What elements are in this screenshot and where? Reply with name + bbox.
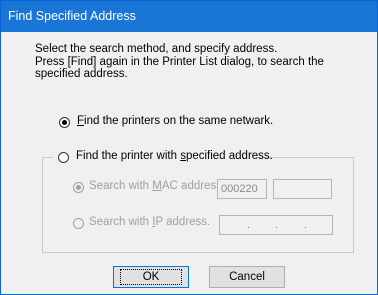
specified-address-groupbox bbox=[42, 157, 354, 253]
ip-label-pre: Search with bbox=[89, 216, 153, 228]
ip-dot-3: . bbox=[304, 219, 308, 231]
ip-label-post: P address. bbox=[155, 216, 211, 228]
title-bar[interactable]: Find Specified Address bbox=[1, 1, 377, 32]
mac-address-radio[interactable] bbox=[73, 182, 84, 193]
ip-address-label[interactable]: Search with IP address. bbox=[89, 216, 210, 228]
specified-address-label[interactable]: Find the printer with specified address. bbox=[76, 150, 273, 162]
mac-label-pre: Search with bbox=[89, 180, 153, 192]
instructions-text: Select the search method, and specify ad… bbox=[35, 43, 355, 81]
specified-address-label-pre: Find the printer with bbox=[76, 150, 181, 162]
ip-address-radio[interactable] bbox=[73, 218, 84, 229]
ip-address-field[interactable]: . . . bbox=[219, 215, 333, 235]
specified-address-label-post: pecified address. bbox=[185, 150, 273, 162]
mac-address-label[interactable]: Search with MAC address. bbox=[89, 180, 225, 192]
same-network-radio[interactable] bbox=[59, 117, 70, 128]
cancel-button[interactable]: Cancel bbox=[209, 266, 285, 288]
same-network-label-rest: ind the printers on the same netwark. bbox=[84, 115, 274, 127]
cancel-button-label: Cancel bbox=[229, 271, 265, 283]
instructions-line-1: Select the search method, and specify ad… bbox=[35, 43, 278, 55]
dialog-window: Find Specified Address Select the search… bbox=[0, 0, 378, 295]
ok-button[interactable]: OK bbox=[113, 266, 189, 288]
ip-dot-2: . bbox=[275, 219, 279, 231]
mac-label-post: AC address. bbox=[161, 180, 226, 192]
specified-address-radio[interactable] bbox=[58, 152, 69, 163]
mac-suffix-field[interactable] bbox=[273, 179, 332, 199]
window-title: Find Specified Address bbox=[8, 9, 136, 23]
ip-dot-1: . bbox=[247, 219, 251, 231]
ok-button-label: OK bbox=[119, 269, 183, 285]
same-network-accel: F bbox=[77, 115, 85, 127]
mac-accel: M bbox=[152, 180, 162, 192]
mac-prefix-field: 000220 bbox=[217, 179, 267, 199]
instructions-line-2: Press [Find] again in the Printer List d… bbox=[35, 55, 324, 68]
specified-address-legend: Find the printer with specified address. bbox=[53, 149, 273, 165]
instructions-line-3: specified address. bbox=[35, 68, 128, 80]
same-network-label[interactable]: Find the printers on the same netwark. bbox=[77, 115, 273, 127]
